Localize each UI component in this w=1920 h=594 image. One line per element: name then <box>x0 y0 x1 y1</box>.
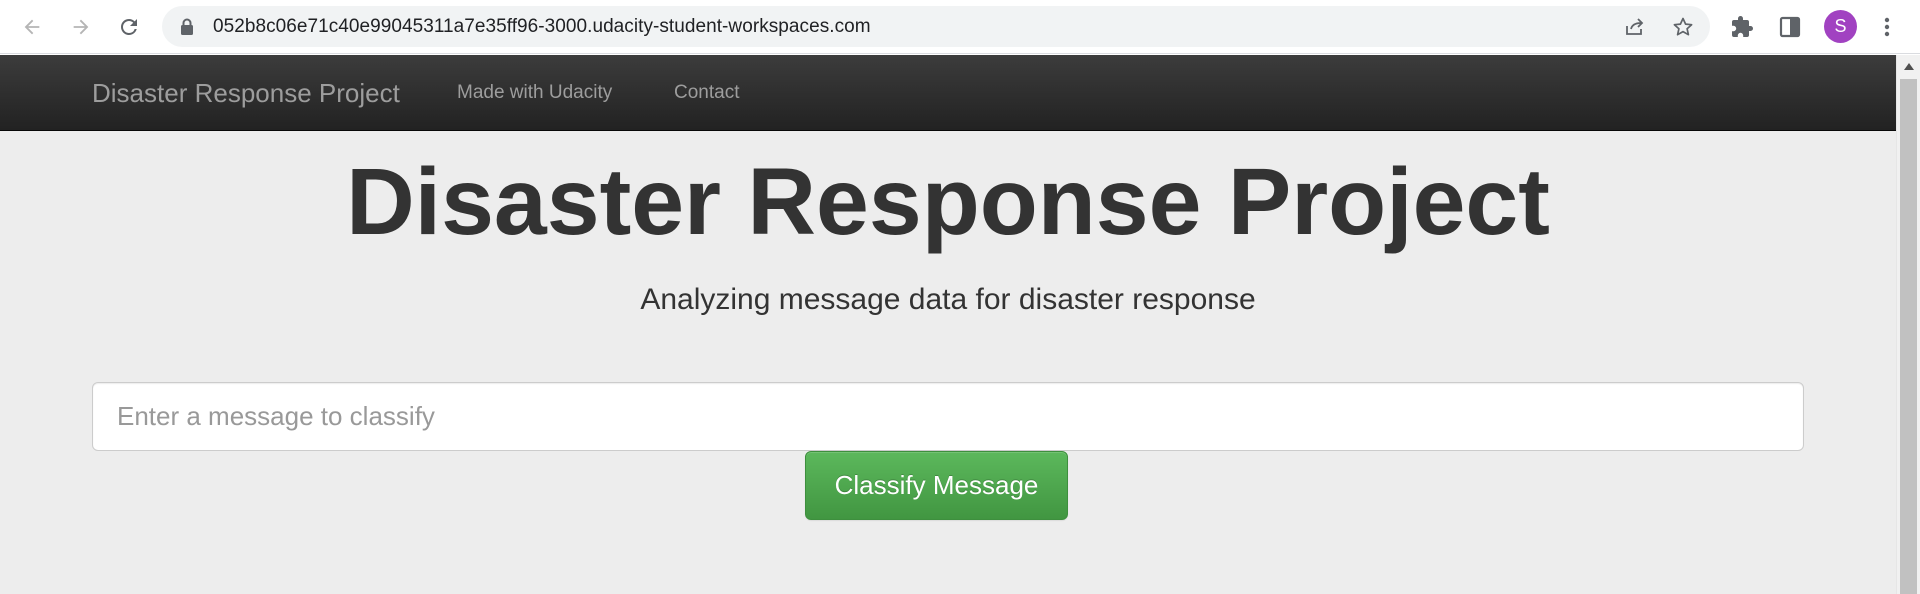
classify-message-button[interactable]: Classify Message <box>805 451 1068 520</box>
page-subtitle: Analyzing message data for disaster resp… <box>640 283 1256 316</box>
side-panel-icon <box>1779 16 1801 38</box>
scroll-thumb[interactable] <box>1900 79 1917 594</box>
navbar-brand[interactable]: Disaster Response Project <box>92 55 400 131</box>
top-navbar: Disaster Response Project Made with Udac… <box>0 55 1896 131</box>
kebab-menu-icon <box>1884 17 1890 37</box>
vertical-scrollbar[interactable] <box>1896 55 1920 594</box>
browser-toolbar: 052b8c06e71c40e99045311a7e35ff96-3000.ud… <box>0 0 1920 54</box>
url-text: 052b8c06e71c40e99045311a7e35ff96-3000.ud… <box>213 16 871 37</box>
bookmark-button[interactable] <box>1670 14 1696 40</box>
page-viewport: Disaster Response Project Made with Udac… <box>0 55 1896 594</box>
arrow-right-icon <box>73 19 89 35</box>
address-bar[interactable]: 052b8c06e71c40e99045311a7e35ff96-3000.ud… <box>162 6 1710 47</box>
share-button[interactable] <box>1622 14 1648 40</box>
back-button[interactable] <box>16 11 48 43</box>
nav-link-made-with-udacity[interactable]: Made with Udacity <box>457 55 612 131</box>
lock-icon[interactable] <box>180 18 194 35</box>
page-title: Disaster Response Project <box>346 149 1550 255</box>
nav-link-contact[interactable]: Contact <box>674 55 739 131</box>
message-input[interactable] <box>92 382 1804 451</box>
reload-button[interactable] <box>113 11 145 43</box>
reload-icon <box>121 19 137 35</box>
scroll-up-button[interactable] <box>1897 55 1920 77</box>
jumbotron: Disaster Response Project Analyzing mess… <box>0 131 1896 594</box>
star-icon <box>1673 17 1693 36</box>
arrow-left-icon <box>24 19 40 35</box>
puzzle-icon <box>1732 16 1753 37</box>
triangle-up-icon <box>1903 62 1914 70</box>
profile-avatar[interactable]: S <box>1824 10 1857 43</box>
share-icon <box>1626 18 1644 35</box>
extensions-button[interactable] <box>1727 12 1757 42</box>
side-panel-button[interactable] <box>1775 12 1805 42</box>
browser-menu-button[interactable] <box>1872 12 1902 42</box>
forward-button[interactable] <box>65 11 97 43</box>
